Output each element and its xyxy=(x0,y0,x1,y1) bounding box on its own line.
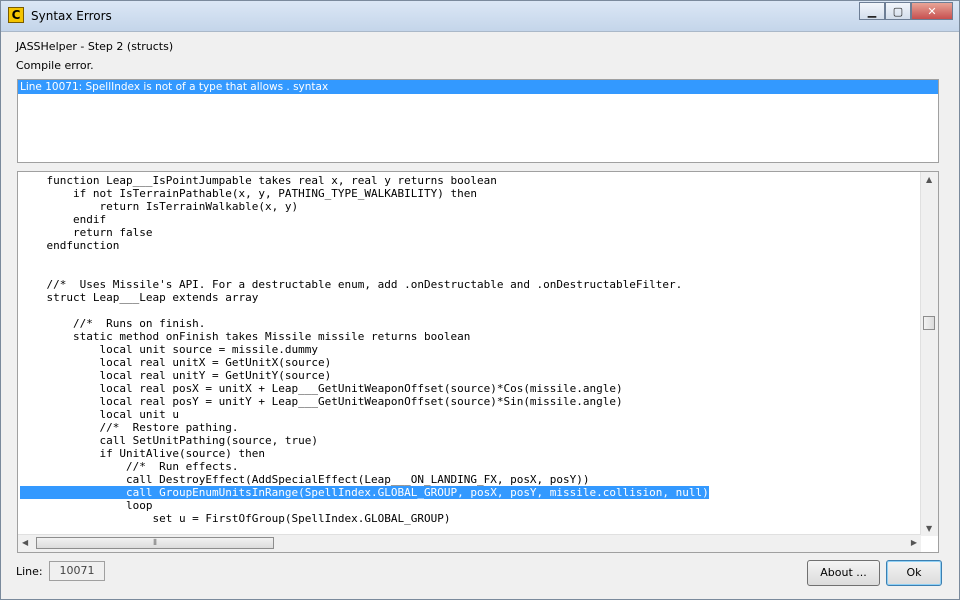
code-line-row xyxy=(20,304,920,317)
errors-list[interactable]: Line 10071: SpellIndex is not of a type … xyxy=(17,79,939,163)
code-line: function Leap___IsPointJumpable takes re… xyxy=(20,174,497,187)
code-line: static method onFinish takes Missile mis… xyxy=(20,330,471,343)
code-line: local unit source = missile.dummy xyxy=(20,343,319,356)
code-line-row: if not IsTerrainPathable(x, y, PATHING_T… xyxy=(20,187,920,200)
app-icon: C xyxy=(8,7,24,23)
code-line-row xyxy=(20,265,920,278)
error-item[interactable]: Line 10071: SpellIndex is not of a type … xyxy=(18,80,938,94)
code-line: if not IsTerrainPathable(x, y, PATHING_T… xyxy=(20,187,477,200)
code-line-row: return IsTerrainWalkable(x, y) xyxy=(20,200,920,213)
code-line: return IsTerrainWalkable(x, y) xyxy=(20,200,299,213)
code-line-row: //* Run effects. xyxy=(20,460,920,473)
maximize-icon: ▢ xyxy=(892,4,904,18)
minimize-icon: ▁ xyxy=(867,4,877,18)
code-line: local real unitY = GetUnitY(source) xyxy=(20,369,332,382)
code-line: return false xyxy=(20,226,153,239)
code-line-row: endif xyxy=(20,213,920,226)
code-line-row: function Leap___IsPointJumpable takes re… xyxy=(20,174,920,187)
code-line: if UnitAlive(source) then xyxy=(20,447,266,460)
title-bar[interactable]: C Syntax Errors ▁ ▢ ✕ xyxy=(1,1,959,32)
horizontal-scrollbar[interactable]: ◀ ⦀ ▶ xyxy=(18,534,921,552)
code-line: //* Uses Missile's API. For a destructab… xyxy=(20,278,683,291)
code-line-row: local real posY = unitY + Leap___GetUnit… xyxy=(20,395,920,408)
line-number-field: 10071 xyxy=(49,561,105,581)
code-line-row: call SetUnitPathing(source, true) xyxy=(20,434,920,447)
code-view[interactable]: function Leap___IsPointJumpable takes re… xyxy=(17,171,939,553)
code-line-row: local real unitX = GetUnitX(source) xyxy=(20,356,920,369)
close-icon: ✕ xyxy=(927,4,937,18)
code-line-row xyxy=(20,252,920,265)
code-line-row: struct Leap___Leap extends array xyxy=(20,291,920,304)
code-line: local real posY = unitY + Leap___GetUnit… xyxy=(20,395,623,408)
code-line-row: call GroupEnumUnitsInRange(SpellIndex.GL… xyxy=(20,486,920,499)
code-line-row: if UnitAlive(source) then xyxy=(20,447,920,460)
code-line-row: //* Uses Missile's API. For a destructab… xyxy=(20,278,920,291)
code-line-row: return false xyxy=(20,226,920,239)
status-label: Compile error. xyxy=(16,59,94,72)
code-line-row: endfunction xyxy=(20,239,920,252)
code-line: loop xyxy=(20,499,153,512)
code-line: struct Leap___Leap extends array xyxy=(20,291,259,304)
scroll-left-icon[interactable]: ◀ xyxy=(22,538,28,547)
step-label: JASSHelper - Step 2 (structs) xyxy=(16,40,174,53)
code-line-row: loop xyxy=(20,499,920,512)
code-line: call DestroyEffect(AddSpecialEffect(Leap… xyxy=(20,473,590,486)
code-line-row: call DestroyEffect(AddSpecialEffect(Leap… xyxy=(20,473,920,486)
about-button[interactable]: About ... xyxy=(807,560,880,586)
scroll-up-icon[interactable]: ▲ xyxy=(926,175,932,184)
vertical-scroll-thumb[interactable] xyxy=(923,316,935,330)
window-title: Syntax Errors xyxy=(31,9,112,23)
code-line: //* Run effects. xyxy=(20,460,239,473)
code-line: endif xyxy=(20,213,107,226)
syntax-errors-window: C Syntax Errors ▁ ▢ ✕ JASSHelper - Step … xyxy=(0,0,960,600)
code-line: //* Restore pathing. xyxy=(20,421,239,434)
scroll-down-icon[interactable]: ▼ xyxy=(926,524,932,533)
code-line-row: local real posX = unitX + Leap___GetUnit… xyxy=(20,382,920,395)
code-line-row: static method onFinish takes Missile mis… xyxy=(20,330,920,343)
caption-buttons: ▁ ▢ ✕ xyxy=(859,2,953,22)
code-line: local real posX = unitX + Leap___GetUnit… xyxy=(20,382,623,395)
horizontal-scroll-thumb[interactable]: ⦀ xyxy=(36,537,274,549)
code-line-row: local real unitY = GetUnitY(source) xyxy=(20,369,920,382)
minimize-button[interactable]: ▁ xyxy=(859,2,885,20)
vertical-scrollbar[interactable]: ▲ ▼ xyxy=(920,172,938,536)
code-line: call SetUnitPathing(source, true) xyxy=(20,434,319,447)
code-line-row: //* Runs on finish. xyxy=(20,317,920,330)
ok-button[interactable]: Ok xyxy=(886,560,942,586)
scroll-right-icon[interactable]: ▶ xyxy=(911,538,917,547)
code-line-row: set u = FirstOfGroup(SpellIndex.GLOBAL_G… xyxy=(20,512,920,525)
line-label: Line: xyxy=(16,565,43,578)
code-line-row: local unit u xyxy=(20,408,920,421)
error-code-line: call GroupEnumUnitsInRange(SpellIndex.GL… xyxy=(20,486,709,499)
maximize-button[interactable]: ▢ xyxy=(885,2,911,20)
code-line: //* Runs on finish. xyxy=(20,317,206,330)
code-line: local real unitX = GetUnitX(source) xyxy=(20,356,332,369)
close-button[interactable]: ✕ xyxy=(911,2,953,20)
code-lines: function Leap___IsPointJumpable takes re… xyxy=(20,174,920,525)
code-line-row: local unit source = missile.dummy xyxy=(20,343,920,356)
code-line: set u = FirstOfGroup(SpellIndex.GLOBAL_G… xyxy=(20,512,451,525)
code-line: local unit u xyxy=(20,408,179,421)
code-line: endfunction xyxy=(20,239,120,252)
code-line-row: //* Restore pathing. xyxy=(20,421,920,434)
